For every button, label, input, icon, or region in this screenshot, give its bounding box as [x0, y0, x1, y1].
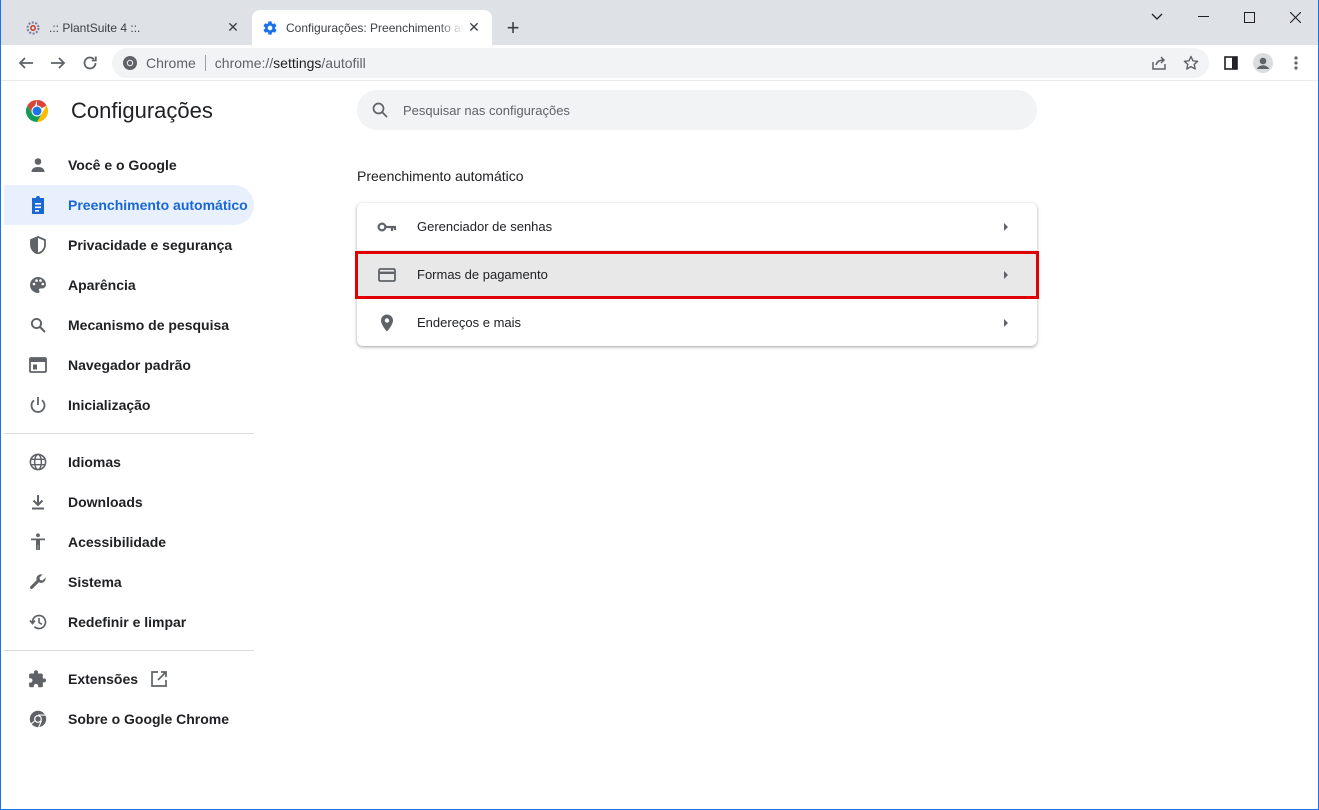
- chrome-site-icon: [122, 55, 138, 71]
- sidebar-divider: [4, 433, 254, 434]
- plantsuite-gear-icon: [25, 20, 41, 36]
- browser-window: .:: PlantSuite 4 ::. ✕ Configurações: Pr…: [0, 0, 1319, 810]
- sidebar-item-label: Aparência: [68, 277, 136, 293]
- arrow-right-icon: [996, 222, 1016, 232]
- sidebar-item-label: Navegador padrão: [68, 357, 191, 373]
- row-label: Formas de pagamento: [417, 267, 548, 282]
- row-label: Gerenciador de senhas: [417, 219, 553, 234]
- maximize-button[interactable]: [1226, 0, 1272, 34]
- sidebar-item-label: Acessibilidade: [68, 534, 167, 550]
- sidebar-item-label: Inicialização: [68, 397, 151, 413]
- sidebar-item-label: Mecanismo de pesquisa: [68, 317, 230, 333]
- row-enderecos-e-mais[interactable]: Endereços e mais: [357, 299, 1037, 346]
- browser-icon: [28, 355, 48, 375]
- restore-icon: [28, 612, 48, 632]
- sidebar-item-downloads[interactable]: Downloads: [4, 482, 254, 522]
- settings-gear-icon: [262, 20, 278, 36]
- settings-sidebar: Você e o Google Preenchimento automático…: [4, 145, 254, 739]
- sidebar-item-preenchimento-automatico[interactable]: Preenchimento automático: [4, 185, 254, 225]
- arrow-right-icon: [996, 270, 1016, 280]
- key-icon: [377, 217, 397, 237]
- address-bar[interactable]: Chrome chrome://settings/autofill: [112, 48, 1209, 78]
- minimize-button[interactable]: [1180, 0, 1226, 34]
- accessibility-icon: [28, 532, 48, 552]
- sidebar-item-inicializacao[interactable]: Inicialização: [4, 385, 254, 425]
- sidebar-item-sobre-o-google-chrome[interactable]: Sobre o Google Chrome: [4, 699, 254, 739]
- sidebar-item-sistema[interactable]: Sistema: [4, 562, 254, 602]
- sidebar-item-label: Downloads: [68, 494, 143, 510]
- sidebar-item-mecanismo-de-pesquisa[interactable]: Mecanismo de pesquisa: [4, 305, 254, 345]
- download-icon: [28, 492, 48, 512]
- side-panel-icon[interactable]: [1217, 49, 1245, 77]
- search-icon: [371, 101, 389, 119]
- tab-settings[interactable]: Configurações: Preenchimento automático …: [252, 10, 492, 45]
- forward-arrow-icon[interactable]: [44, 49, 72, 77]
- sidebar-divider: [4, 650, 254, 651]
- arrow-right-icon: [996, 318, 1016, 328]
- row-formas-de-pagamento[interactable]: Formas de pagamento: [357, 251, 1037, 298]
- sidebar-item-label: Extensões: [68, 671, 139, 687]
- page-title: Configurações: [71, 98, 213, 123]
- sidebar-item-idiomas[interactable]: Idiomas: [4, 442, 254, 482]
- sidebar-item-label: Preenchimento automático: [68, 197, 248, 213]
- sidebar-item-privacidade[interactable]: Privacidade e segurança: [4, 225, 254, 265]
- sidebar-item-extensoes[interactable]: Extensões: [4, 659, 254, 699]
- sidebar-item-aparencia[interactable]: Aparência: [4, 265, 254, 305]
- row-gerenciador-de-senhas[interactable]: Gerenciador de senhas: [357, 203, 1037, 250]
- sidebar-item-label: Redefinir e limpar: [68, 614, 187, 630]
- sidebar-item-label: Sistema: [68, 574, 122, 590]
- new-tab-button[interactable]: +: [501, 15, 525, 40]
- share-icon[interactable]: [1145, 49, 1173, 77]
- shield-icon: [28, 235, 48, 255]
- profile-avatar-icon[interactable]: [1249, 49, 1277, 77]
- globe-icon: [28, 452, 48, 472]
- omnibox-separator: [204, 55, 206, 71]
- site-chip: Chrome: [146, 55, 196, 71]
- sidebar-item-acessibilidade[interactable]: Acessibilidade: [4, 522, 254, 562]
- sidebar-item-label: Privacidade e segurança: [68, 237, 233, 253]
- window-controls: [1134, 0, 1318, 34]
- wrench-icon: [28, 572, 48, 592]
- power-icon: [28, 395, 48, 415]
- menu-kebab-icon[interactable]: [1282, 49, 1310, 77]
- person-icon: [28, 155, 48, 175]
- tab-title: Configurações: Preenchimento automático: [286, 20, 464, 35]
- chrome-icon: [28, 709, 48, 729]
- sidebar-item-label: Você e o Google: [68, 157, 177, 173]
- bookmark-star-icon[interactable]: [1177, 49, 1205, 77]
- autofill-card: Gerenciador de senhas Formas de pagament…: [357, 203, 1037, 346]
- credit-card-icon: [377, 265, 397, 285]
- row-label: Endereços e mais: [417, 315, 522, 330]
- puzzle-icon: [28, 669, 48, 689]
- search-icon: [28, 315, 48, 335]
- browser-toolbar: Chrome chrome://settings/autofill: [1, 45, 1318, 81]
- tab-search-chevron-icon[interactable]: [1134, 0, 1180, 34]
- search-placeholder: Pesquisar nas configurações: [403, 102, 570, 118]
- palette-icon: [28, 275, 48, 295]
- tab-title: .:: PlantSuite 4 ::.: [49, 20, 141, 35]
- settings-header: Configurações: [25, 98, 213, 124]
- chrome-logo-icon: [25, 99, 49, 123]
- sidebar-item-navegador-padrao[interactable]: Navegador padrão: [4, 345, 254, 385]
- tab-strip: .:: PlantSuite 4 ::. ✕ Configurações: Pr…: [1, 0, 1318, 45]
- close-window-button[interactable]: [1272, 0, 1318, 34]
- sidebar-item-voce-e-o-google[interactable]: Você e o Google: [4, 145, 254, 185]
- close-tab-icon[interactable]: ✕: [464, 18, 484, 38]
- tab-plantsuite[interactable]: .:: PlantSuite 4 ::. ✕: [15, 10, 251, 45]
- location-pin-icon: [377, 313, 397, 333]
- clipboard-icon: [28, 195, 48, 215]
- open-in-new-icon: [150, 670, 168, 688]
- close-tab-icon[interactable]: ✕: [223, 18, 243, 38]
- section-title: Preenchimento automático: [357, 168, 524, 184]
- url-text: chrome://settings/autofill: [214, 55, 366, 71]
- sidebar-item-redefinir[interactable]: Redefinir e limpar: [4, 602, 254, 642]
- settings-search-input[interactable]: Pesquisar nas configurações: [357, 90, 1037, 130]
- reload-icon[interactable]: [76, 49, 104, 77]
- back-arrow-icon[interactable]: [12, 49, 40, 77]
- sidebar-item-label: Idiomas: [68, 454, 121, 470]
- sidebar-item-label: Sobre o Google Chrome: [68, 711, 230, 727]
